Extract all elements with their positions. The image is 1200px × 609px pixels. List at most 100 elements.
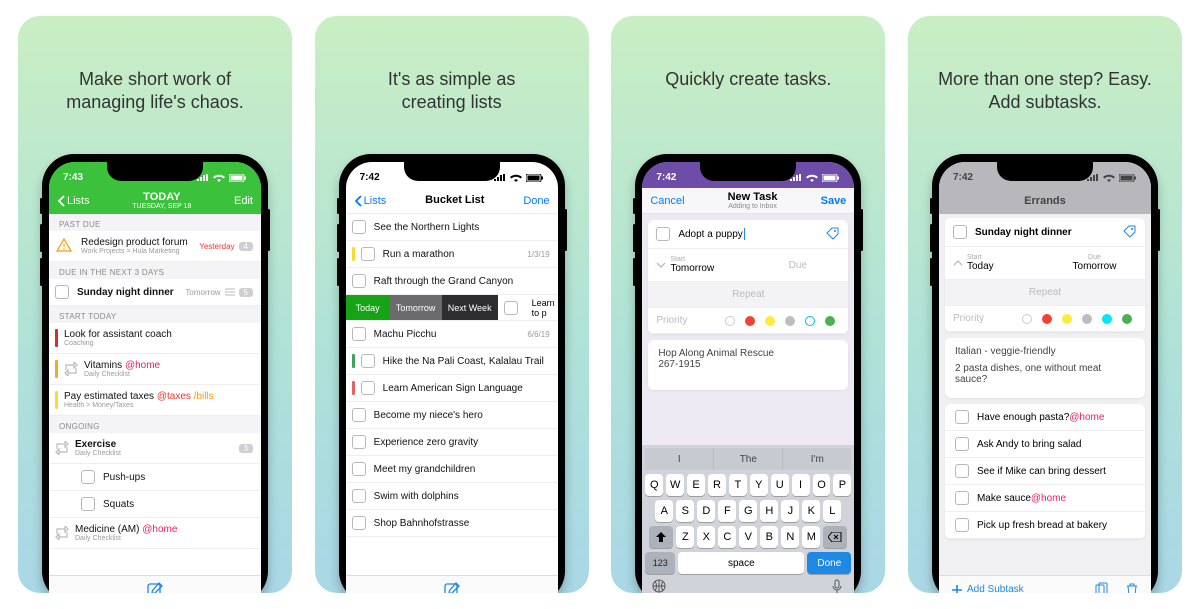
- predictive-bar[interactable]: I The I'm: [645, 448, 851, 470]
- key-s[interactable]: S: [676, 500, 694, 522]
- checkbox[interactable]: [352, 220, 366, 234]
- add-subtask-button[interactable]: Add Subtask: [951, 584, 1024, 594]
- key-b[interactable]: B: [760, 526, 778, 548]
- priority-red[interactable]: [745, 316, 755, 326]
- key-e[interactable]: E: [687, 474, 705, 496]
- task-row[interactable]: Raft through the Grand Canyon: [346, 268, 558, 295]
- priority-red[interactable]: [1042, 314, 1052, 324]
- priority-grey[interactable]: [1082, 314, 1092, 324]
- subtask-row[interactable]: Have enough pasta? @home: [945, 404, 1145, 431]
- priority-cyan[interactable]: [1102, 314, 1112, 324]
- key-a[interactable]: A: [655, 500, 673, 522]
- compose-icon[interactable]: [146, 581, 164, 594]
- trash-icon[interactable]: [1125, 582, 1139, 594]
- tag-icon[interactable]: [1123, 225, 1137, 239]
- priority-cyan[interactable]: [805, 316, 815, 326]
- key-space[interactable]: space: [678, 552, 804, 574]
- key-u[interactable]: U: [771, 474, 789, 496]
- prediction[interactable]: The: [714, 448, 783, 470]
- priority-yellow[interactable]: [765, 316, 775, 326]
- key-h[interactable]: H: [760, 500, 778, 522]
- key-x[interactable]: X: [697, 526, 715, 548]
- task-row[interactable]: Experience zero gravity: [346, 429, 558, 456]
- task-row[interactable]: Shop Bahnhofstrasse: [346, 510, 558, 537]
- subtask-row[interactable]: Make sauce @home: [945, 485, 1145, 512]
- key-i[interactable]: I: [792, 474, 810, 496]
- checkbox[interactable]: [955, 410, 969, 424]
- notes-area[interactable]: Italian - veggie-friendly 2 pasta dishes…: [945, 338, 1145, 398]
- task-row[interactable]: Pay estimated taxes @taxes /bills Health…: [49, 385, 261, 416]
- key-o[interactable]: O: [813, 474, 831, 496]
- key-w[interactable]: W: [666, 474, 684, 496]
- swipe-next-week[interactable]: Next Week: [442, 295, 498, 320]
- checkbox[interactable]: [81, 497, 95, 511]
- task-row[interactable]: Hike the Na Pali Coast, Kalalau Trail: [346, 348, 558, 375]
- subtask-row[interactable]: See if Mike can bring dessert: [945, 458, 1145, 485]
- checkbox[interactable]: [352, 435, 366, 449]
- key-y[interactable]: Y: [750, 474, 768, 496]
- save-button[interactable]: Save: [821, 195, 847, 207]
- checkbox[interactable]: [352, 327, 366, 341]
- key-m[interactable]: M: [802, 526, 820, 548]
- checkbox[interactable]: [55, 285, 69, 299]
- keyboard[interactable]: I The I'm QWERTYUIOP ASDFGHJKL ZXCVBNM: [642, 445, 854, 593]
- globe-icon[interactable]: [651, 578, 667, 593]
- key-r[interactable]: R: [708, 474, 726, 496]
- subtask-row[interactable]: Push-ups: [49, 464, 261, 491]
- key-shift[interactable]: [649, 526, 673, 548]
- key-t[interactable]: T: [729, 474, 747, 496]
- task-row[interactable]: Meet my grandchildren: [346, 456, 558, 483]
- key-k[interactable]: K: [802, 500, 820, 522]
- task-row[interactable]: Look for assistant coach Coaching: [49, 323, 261, 354]
- task-row[interactable]: Medicine (AM) @home Daily Checklist: [49, 518, 261, 549]
- priority-green[interactable]: [1122, 314, 1132, 324]
- date-row[interactable]: Start Today Due Tomorrow: [945, 247, 1145, 280]
- edit-button[interactable]: Edit: [234, 195, 253, 207]
- back-button[interactable]: Lists: [354, 195, 387, 207]
- checkbox[interactable]: [352, 408, 366, 422]
- key-v[interactable]: V: [739, 526, 757, 548]
- repeat-row[interactable]: Repeat: [945, 280, 1145, 306]
- subtask-row[interactable]: Ask Andy to bring salad: [945, 431, 1145, 458]
- checkbox[interactable]: [352, 462, 366, 476]
- key-123[interactable]: 123: [645, 552, 675, 574]
- priority-row[interactable]: Priority: [945, 306, 1145, 332]
- checkbox[interactable]: [81, 470, 95, 484]
- task-row[interactable]: Swim with dolphins: [346, 483, 558, 510]
- subtask-row[interactable]: Pick up fresh bread at bakery: [945, 512, 1145, 539]
- checkbox[interactable]: [656, 227, 670, 241]
- task-title-input[interactable]: Sunday night dinner: [945, 218, 1145, 247]
- checkbox[interactable]: [955, 437, 969, 451]
- checkbox[interactable]: [361, 381, 375, 395]
- priority-none[interactable]: [1022, 314, 1032, 324]
- task-row[interactable]: Learn American Sign Language: [346, 375, 558, 402]
- priority-row[interactable]: Priority: [648, 308, 848, 334]
- task-row[interactable]: See the Northern Lights: [346, 214, 558, 241]
- prediction[interactable]: I'm: [783, 448, 851, 470]
- priority-green[interactable]: [825, 316, 835, 326]
- key-l[interactable]: L: [823, 500, 841, 522]
- task-row[interactable]: Run a marathon1/3/19: [346, 241, 558, 268]
- copy-icon[interactable]: [1095, 582, 1109, 594]
- tag-icon[interactable]: [826, 227, 840, 241]
- key-n[interactable]: N: [781, 526, 799, 548]
- compose-icon[interactable]: [443, 581, 461, 594]
- repeat-row[interactable]: Repeat: [648, 282, 848, 308]
- task-row[interactable]: Machu Picchu6/6/19: [346, 321, 558, 348]
- task-title-input[interactable]: Adopt a puppy: [648, 220, 848, 249]
- task-row[interactable]: Become my niece's hero: [346, 402, 558, 429]
- priority-yellow[interactable]: [1062, 314, 1072, 324]
- date-row[interactable]: Start Tomorrow Due: [648, 249, 848, 282]
- task-row[interactable]: Redesign product forum Work Projects > H…: [49, 231, 261, 262]
- subtask-row[interactable]: Squats: [49, 491, 261, 518]
- checkbox[interactable]: [361, 247, 375, 261]
- checkbox[interactable]: [953, 225, 967, 239]
- key-z[interactable]: Z: [676, 526, 694, 548]
- key-j[interactable]: J: [781, 500, 799, 522]
- checkbox[interactable]: [352, 274, 366, 288]
- checkbox[interactable]: [955, 491, 969, 505]
- swipe-actions[interactable]: Today Tomorrow Next Week Learn to p: [346, 295, 558, 321]
- mic-icon[interactable]: [829, 578, 845, 593]
- task-row[interactable]: Exercise Daily Checklist 3: [49, 433, 261, 464]
- checkbox[interactable]: [955, 518, 969, 532]
